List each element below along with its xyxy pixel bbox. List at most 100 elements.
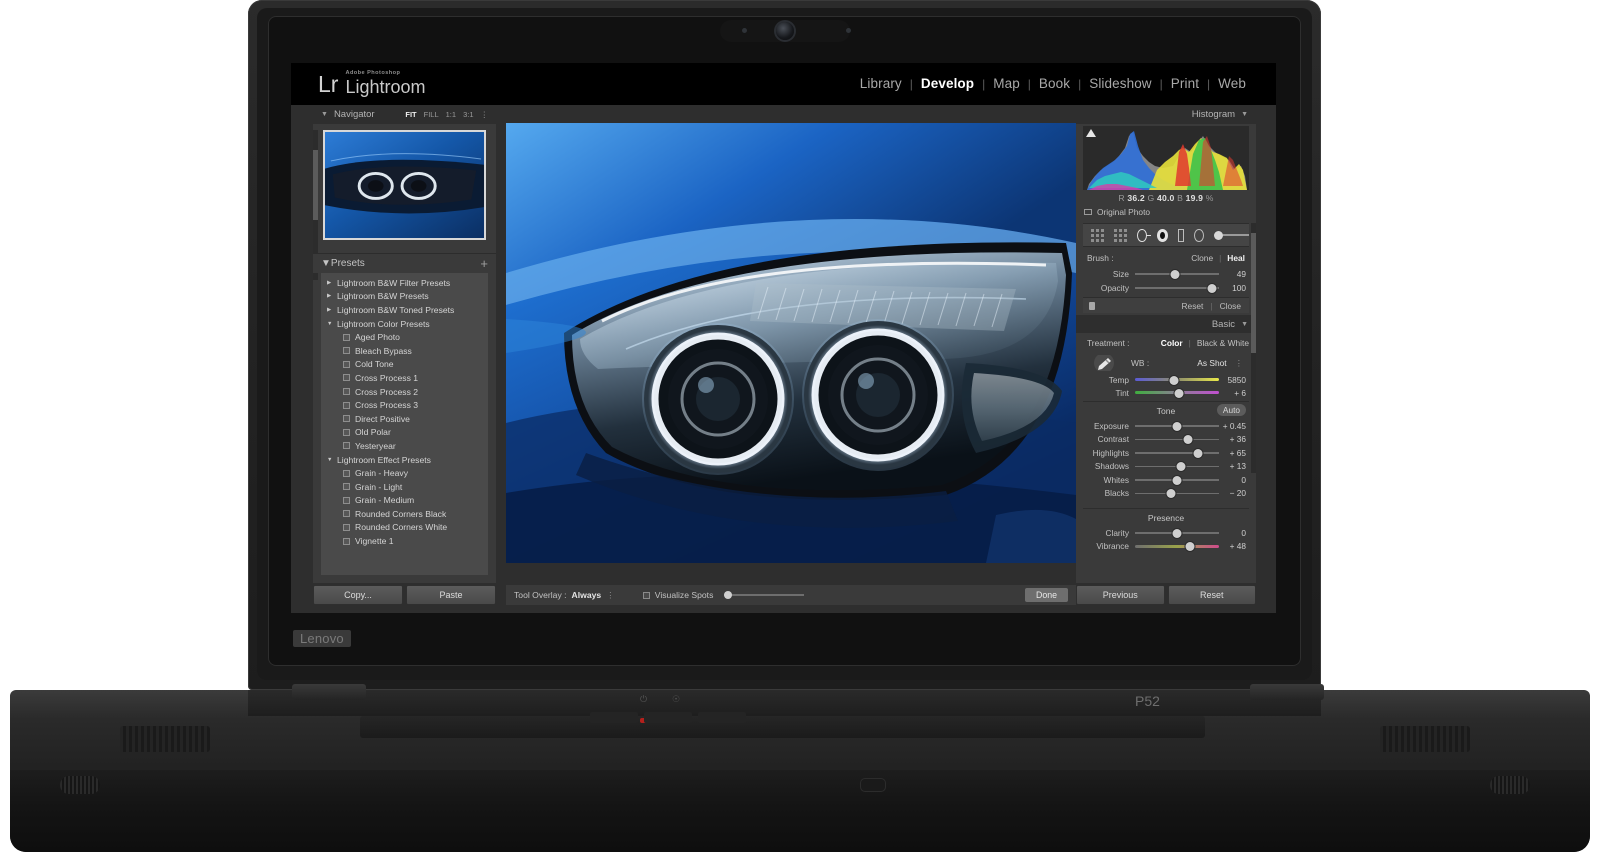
preset-group[interactable]: ▼Lightroom Effect Presets <box>321 453 488 467</box>
basic-panel-header[interactable]: Basic ▼ <box>1076 315 1256 333</box>
preset-item[interactable]: Bleach Bypass <box>321 344 488 358</box>
preset-item[interactable]: Grain - Heavy <box>321 466 488 480</box>
module-web[interactable]: Web <box>1210 76 1254 91</box>
highlights-track[interactable] <box>1135 447 1219 458</box>
right-panel-scrollbar[interactable] <box>1251 223 1256 473</box>
power-icon[interactable]: ⏻ <box>640 694 647 705</box>
shadow-clipping-icon[interactable] <box>1086 129 1096 137</box>
adjustment-brush-icon[interactable] <box>1214 231 1249 240</box>
blacks-track[interactable] <box>1135 488 1219 499</box>
preset-item[interactable]: Rounded Corners White <box>321 521 488 535</box>
presets-list[interactable]: ▶Lightroom B&W Filter Presets▶Lightroom … <box>321 273 488 576</box>
auto-tone-button[interactable]: Auto <box>1217 404 1246 416</box>
preset-item[interactable]: Old Polar <box>321 426 488 440</box>
add-preset-icon[interactable]: + <box>480 256 488 271</box>
tool-overlay-chevron-icon[interactable]: ⋮ <box>606 590 615 601</box>
visualize-spots-control[interactable]: Visualize Spots <box>643 590 805 600</box>
brush-size-slider-row[interactable]: Size 49 <box>1083 267 1249 280</box>
preset-item[interactable]: Cross Process 1 <box>321 371 488 385</box>
brush-opacity-slider-row[interactable]: Opacity 100 <box>1083 281 1249 294</box>
temp-slider-row[interactable]: Temp 5850 <box>1083 373 1249 386</box>
shadows-slider-row[interactable]: Shadows+ 13 <box>1083 460 1249 473</box>
tint-track[interactable] <box>1135 387 1219 398</box>
preset-item[interactable]: Cold Tone <box>321 358 488 372</box>
clarity-slider-row[interactable]: Clarity0 <box>1083 526 1249 539</box>
collapsed-triangle-icon[interactable]: ▶ <box>327 307 331 313</box>
histogram-collapse-triangle-icon[interactable]: ▼ <box>1241 111 1248 118</box>
wb-chevron-icon[interactable]: ⋮ <box>1235 358 1243 368</box>
copy-button[interactable]: Copy... <box>313 585 403 605</box>
basic-collapse-triangle-icon[interactable]: ▼ <box>1241 321 1248 328</box>
preset-item[interactable]: Cross Process 3 <box>321 398 488 412</box>
trackpoint-button-middle[interactable] <box>644 712 692 723</box>
brush-reset-button[interactable]: Reset <box>1182 301 1204 311</box>
vibrance-slider-row[interactable]: Vibrance+ 48 <box>1083 540 1249 553</box>
preset-item[interactable]: Yesteryear <box>321 439 488 453</box>
treatment-color-option[interactable]: Color <box>1161 338 1183 348</box>
nav-zoom-11[interactable]: 1:1 <box>446 110 456 119</box>
graduated-filter-icon[interactable] <box>1178 229 1185 242</box>
preset-group[interactable]: ▶Lightroom B&W Toned Presets <box>321 303 488 317</box>
module-slideshow[interactable]: Slideshow <box>1081 76 1159 91</box>
exposure-slider-row[interactable]: Exposure+ 0.45 <box>1083 419 1249 432</box>
paste-button[interactable]: Paste <box>406 585 496 605</box>
visualize-spots-slider[interactable] <box>724 590 804 600</box>
module-library[interactable]: Library <box>852 76 910 91</box>
preset-item[interactable]: Grain - Light <box>321 480 488 494</box>
brush-heal-option[interactable]: Heal <box>1227 253 1245 263</box>
collapsed-triangle-icon[interactable]: ▶ <box>327 280 331 286</box>
navigator-header[interactable]: ▼ Navigator FITFILL1:13:1⋮ <box>313 105 496 124</box>
nav-zoom-chevron-icon[interactable]: ⋮ <box>481 110 489 119</box>
contrast-track[interactable] <box>1135 434 1219 445</box>
module-picker[interactable]: Library|Develop|Map|Book|Slideshow|Print… <box>852 76 1254 91</box>
presets-resize-handle[interactable] <box>321 575 488 579</box>
temp-track[interactable] <box>1135 374 1219 385</box>
clarity-track[interactable] <box>1135 527 1219 538</box>
fingerprint-icon[interactable]: ☉ <box>672 694 680 705</box>
preset-group[interactable]: ▶Lightroom B&W Filter Presets <box>321 276 488 290</box>
treatment-bw-option[interactable]: Black & White <box>1197 338 1249 348</box>
module-book[interactable]: Book <box>1031 76 1078 91</box>
radial-filter-icon[interactable] <box>1194 229 1204 242</box>
done-button[interactable]: Done <box>1025 588 1068 602</box>
preset-item[interactable]: Rounded Corners Black <box>321 507 488 521</box>
trackpoint-button-right[interactable] <box>698 712 746 723</box>
preset-item[interactable]: Direct Positive <box>321 412 488 426</box>
expanded-triangle-icon[interactable]: ▼ <box>327 321 332 327</box>
tool-overlay-control[interactable]: Tool Overlay : Always ⋮ <box>514 590 615 601</box>
eyedropper-icon[interactable] <box>1093 355 1115 371</box>
navigator-thumbnail[interactable] <box>323 130 486 240</box>
nav-zoom-31[interactable]: 3:1 <box>463 110 473 119</box>
reset-button[interactable]: Reset <box>1168 585 1257 605</box>
module-print[interactable]: Print <box>1163 76 1207 91</box>
brush-opacity-track[interactable] <box>1135 282 1219 293</box>
preset-item[interactable]: Vignette 1 <box>321 534 488 548</box>
keyboard[interactable] <box>360 716 1205 738</box>
preset-item[interactable]: Grain - Medium <box>321 494 488 508</box>
crop-overlay-icon[interactable] <box>1114 229 1127 242</box>
original-photo-row[interactable]: Original Photo <box>1084 207 1150 217</box>
trackpoint-button-left[interactable] <box>590 712 638 723</box>
tint-slider-row[interactable]: Tint + 6 <box>1083 386 1249 399</box>
module-develop[interactable]: Develop <box>913 76 982 91</box>
exposure-track[interactable] <box>1135 420 1219 431</box>
module-map[interactable]: Map <box>985 76 1028 91</box>
spot-removal-icon[interactable] <box>1137 229 1147 242</box>
navigator-zoom-options[interactable]: FITFILL1:13:1⋮ <box>405 110 488 119</box>
brush-clone-option[interactable]: Clone <box>1191 253 1213 263</box>
tool-overlay-value[interactable]: Always <box>572 590 602 600</box>
preset-group[interactable]: ▶Lightroom B&W Presets <box>321 290 488 304</box>
original-photo-checkbox-icon[interactable] <box>1084 209 1092 215</box>
histogram-header[interactable]: Histogram ▼ <box>1076 105 1256 124</box>
expanded-triangle-icon[interactable]: ▼ <box>327 457 332 463</box>
whites-track[interactable] <box>1135 474 1219 485</box>
whites-slider-row[interactable]: Whites0 <box>1083 473 1249 486</box>
highlights-slider-row[interactable]: Highlights+ 65 <box>1083 446 1249 459</box>
contrast-slider-row[interactable]: Contrast+ 36 <box>1083 433 1249 446</box>
develop-tool-strip[interactable] <box>1083 223 1249 247</box>
preset-group[interactable]: ▼Lightroom Color Presets <box>321 317 488 331</box>
crop-grid-icon[interactable] <box>1091 229 1104 242</box>
preset-item[interactable]: Cross Process 2 <box>321 385 488 399</box>
shadows-track[interactable] <box>1135 461 1219 472</box>
red-eye-icon[interactable] <box>1157 229 1168 242</box>
